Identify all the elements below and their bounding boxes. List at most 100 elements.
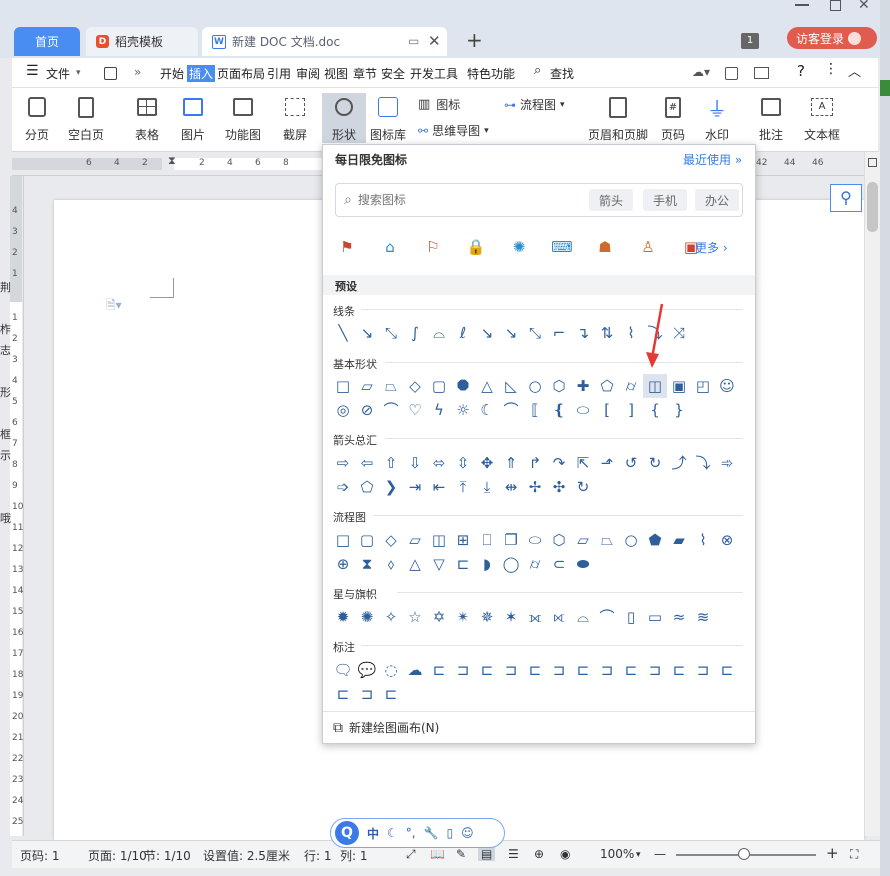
cross-icon[interactable]: ✚	[571, 374, 595, 398]
right-bracket-icon[interactable]: ]	[619, 398, 643, 422]
minimize-icon[interactable]	[795, 4, 809, 6]
card-icon[interactable]: ▰	[667, 528, 691, 552]
stored-data-icon[interactable]: ⊏	[451, 552, 475, 576]
more-options-icon[interactable]: ⋮	[824, 61, 838, 77]
zoom-in-button[interactable]: +	[826, 844, 839, 862]
stamp-icon[interactable]: ⚑	[335, 235, 359, 259]
z-connector-icon[interactable]: ⌐	[547, 321, 571, 345]
lr-callout-arrow-icon[interactable]: ⇹	[499, 475, 523, 499]
donut-icon[interactable]: ◎	[331, 398, 355, 422]
tab-home[interactable]: 首页	[14, 27, 80, 56]
document-icon[interactable]: ⎕	[475, 528, 499, 552]
left-right-up-arrow-icon[interactable]: ⇑	[499, 451, 523, 475]
monitor-icon[interactable]: ▭	[408, 34, 419, 48]
manual-operation-icon[interactable]: ⏢	[595, 528, 619, 552]
line-icon[interactable]: ╲	[331, 321, 355, 345]
predefined-process-icon[interactable]: ◫	[427, 528, 451, 552]
bent-up-arrow-icon[interactable]: ⬏	[595, 451, 619, 475]
maximize-icon[interactable]	[830, 0, 841, 11]
header-footer-button[interactable]: 页眉和页脚	[588, 94, 648, 143]
punctuation-icon[interactable]: °,	[406, 826, 416, 840]
toolbar-options-icon[interactable]	[754, 67, 769, 79]
octagon-icon[interactable]: ⯃	[451, 374, 475, 398]
sort-icon[interactable]: ⬨	[379, 552, 403, 576]
mindmap-button[interactable]: ⚯ 思维导图 ▾	[418, 122, 489, 139]
multidocument-icon[interactable]: ❐	[499, 528, 523, 552]
curved-ribbon-up-icon[interactable]: ⌒	[595, 605, 619, 629]
paragraph-layout-icon[interactable]: 🗎▾	[106, 296, 122, 317]
login-button[interactable]: 访客登录	[787, 27, 877, 49]
right-callout-arrow-icon[interactable]: ⇥	[403, 475, 427, 499]
status-col[interactable]: 列: 1	[340, 847, 368, 864]
fullscreen-icon[interactable]: ⤢	[406, 847, 416, 862]
striped-arrow-icon[interactable]: ➾	[715, 451, 739, 475]
curved-right-arrow-icon[interactable]: ↺	[619, 451, 643, 475]
z-double-arrow-icon[interactable]: ⇅	[595, 321, 619, 345]
elbow-connector-icon[interactable]: ↘	[475, 321, 499, 345]
merge-icon[interactable]: ▽	[427, 552, 451, 576]
up-down-arrow-icon[interactable]: ⇳	[451, 451, 475, 475]
double-brace-icon[interactable]: ❴	[547, 398, 571, 422]
rounded-callout-icon[interactable]: 💬	[355, 658, 379, 682]
internal-storage-icon[interactable]: ⊞	[451, 528, 475, 552]
side-tool-icon[interactable]	[880, 80, 890, 96]
page-break-button[interactable]: 分页	[24, 94, 50, 143]
vertical-scrollbar[interactable]	[864, 152, 880, 836]
indent-marker-icon[interactable]: ⧗	[168, 154, 176, 168]
fit-page-icon[interactable]: ⛶	[850, 847, 858, 862]
curved-up-arrow-icon[interactable]: ⤴	[667, 451, 691, 475]
status-section[interactable]: 节: 1/10	[144, 847, 191, 864]
vertical-scroll-icon[interactable]: ▯	[619, 605, 643, 629]
line-callout-6-icon[interactable]: ⊐	[547, 658, 571, 682]
icon-button[interactable]: ▥ 图标	[418, 96, 460, 113]
wrench-icon[interactable]: 🔧	[424, 826, 439, 840]
line-callout-5-icon[interactable]: ⊏	[523, 658, 547, 682]
display-icon[interactable]: ⬬	[571, 552, 595, 576]
line-callout-1-icon[interactable]: ⊏	[427, 658, 451, 682]
ribbon-down-icon[interactable]: ⟗	[523, 605, 547, 629]
left-brace-icon[interactable]: {	[643, 398, 667, 422]
write-mode-icon[interactable]: ✎	[456, 847, 466, 861]
can-icon[interactable]: ⌭	[619, 374, 643, 398]
or-icon[interactable]: ⊕	[331, 552, 355, 576]
curved-down-arrow-icon[interactable]: ⤵	[691, 451, 715, 475]
ud-callout-arrow-icon[interactable]: ✣	[547, 475, 571, 499]
presentation-icon[interactable]: ⌨	[550, 235, 574, 259]
function-chart-button[interactable]: 功能图	[225, 94, 261, 143]
status-page[interactable]: 页面: 1/10	[88, 847, 147, 864]
star-4-icon[interactable]: ✧	[379, 605, 403, 629]
line-callout-15-icon[interactable]: ⊐	[355, 682, 379, 706]
more-icons-link[interactable]: 更多 ›	[695, 239, 728, 256]
heart-icon[interactable]: ♡	[403, 398, 427, 422]
zoom-level[interactable]: 100%	[600, 847, 634, 861]
smile-icon[interactable]: ☺	[461, 826, 474, 840]
page-view-icon[interactable]: ▤	[478, 847, 496, 861]
close-window-icon[interactable]: ✕	[858, 0, 870, 13]
line-callout-2-icon[interactable]: ⊐	[451, 658, 475, 682]
save-icon[interactable]	[104, 67, 117, 80]
chevron-down-icon[interactable]: ▾	[76, 68, 81, 78]
close-tab-icon[interactable]: ✕	[428, 32, 441, 50]
zoom-out-button[interactable]: —	[654, 847, 666, 861]
circular-arrow-icon[interactable]: ↻	[571, 475, 595, 499]
block-arc-icon[interactable]: ⌒	[379, 398, 403, 422]
menu-chapter[interactable]: 章节	[353, 65, 377, 82]
page-number-button[interactable]: # 页码	[660, 94, 686, 143]
rect-callout-icon[interactable]: 🗨	[331, 658, 355, 682]
screenshot-button[interactable]: 截屏	[282, 94, 308, 143]
delay-icon[interactable]: ◗	[475, 552, 499, 576]
line-callout-13-icon[interactable]: ⊏	[715, 658, 739, 682]
ime-language[interactable]: 中	[367, 825, 379, 842]
scribble-icon[interactable]: ℓ	[451, 321, 475, 345]
freeform-icon[interactable]: ⌓	[427, 321, 451, 345]
right-arrow-icon[interactable]: ⇨	[331, 451, 355, 475]
wave-icon[interactable]: ≈	[667, 605, 691, 629]
collapse-ribbon-icon[interactable]: ︿	[848, 61, 861, 80]
more-menu-icon[interactable]: »	[134, 65, 141, 79]
recent-used-link[interactable]: 最近使用 »	[683, 151, 742, 168]
icon-library-button[interactable]: 图标库	[370, 94, 406, 143]
share-icon[interactable]	[725, 67, 738, 80]
worker-icon[interactable]: ♙	[636, 235, 660, 259]
alt-process-icon[interactable]: ▢	[355, 528, 379, 552]
curved-double-arrow-icon[interactable]: ⤨	[667, 321, 691, 345]
